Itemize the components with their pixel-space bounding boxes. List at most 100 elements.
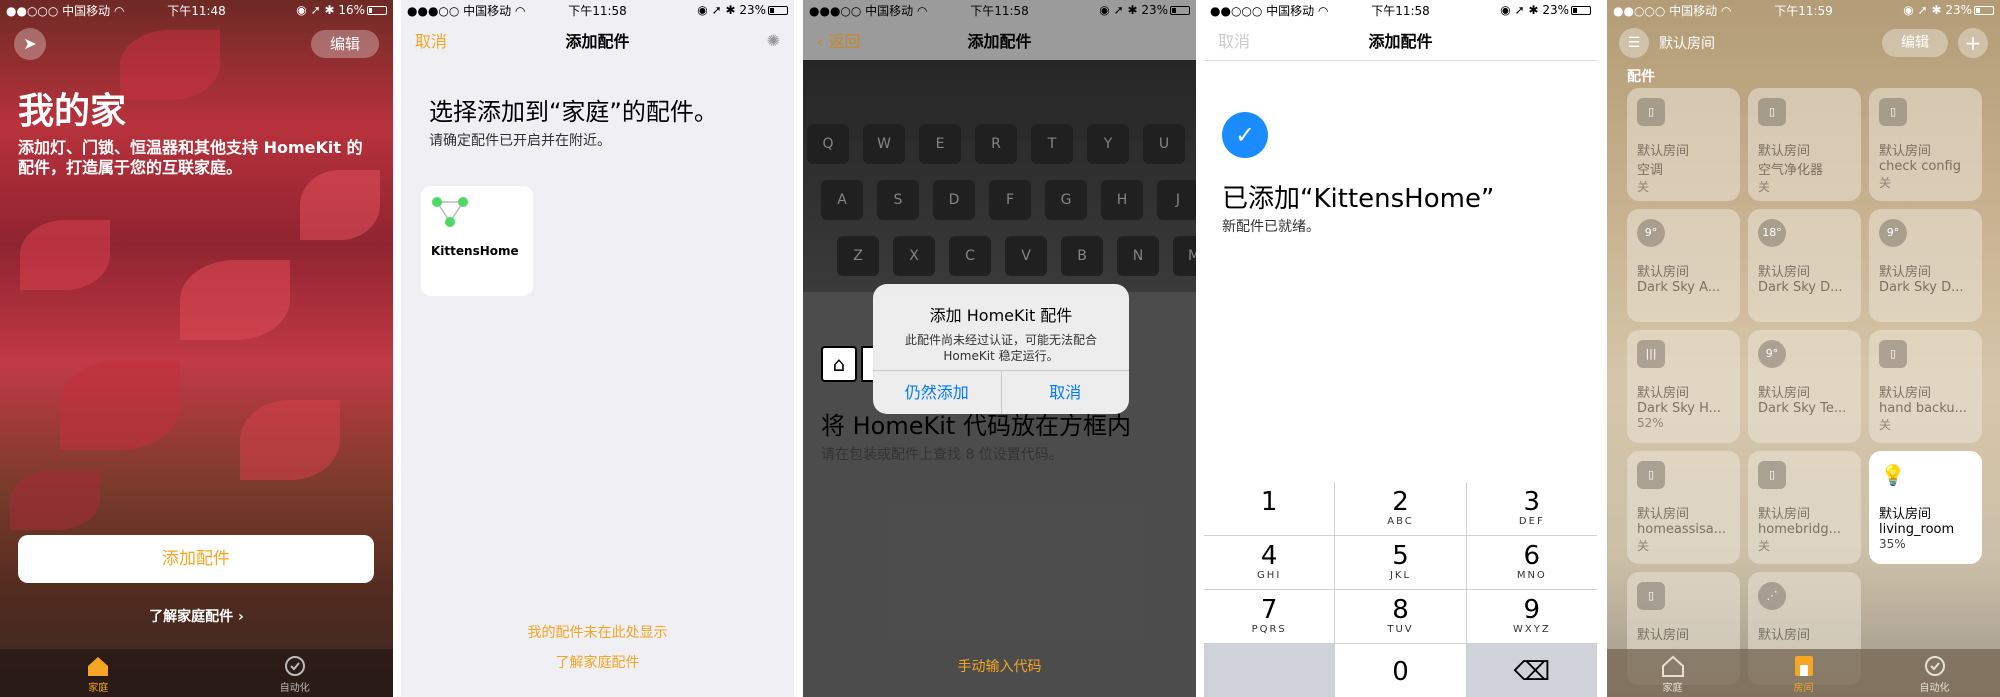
accessory-tile[interactable]: 💡 默认房间 living_room 35%	[1869, 451, 1982, 564]
alert-cancel-button[interactable]: 取消	[1000, 371, 1130, 414]
keypad-key[interactable]: 9 WXYZ	[1466, 590, 1597, 643]
accessory-state: 关	[1637, 180, 1650, 194]
nav-title: 添加配件	[1368, 32, 1433, 51]
accessory-tile[interactable]: ▯ 默认房间 空调关	[1627, 88, 1740, 201]
add-accessory-button[interactable]: 添加配件	[18, 535, 374, 583]
accessory-state: 关	[1637, 539, 1650, 553]
accessory-name: check config	[1879, 159, 1961, 174]
accessory-room: 默认房间	[1879, 144, 1932, 159]
accessory-icon: 9°	[1637, 219, 1665, 247]
accessory-name: Dark Sky A...	[1637, 280, 1721, 295]
accessory-tile[interactable]: ▯ 默认房间 hand backu... 关	[1869, 330, 1982, 443]
accessory-name: Dark Sky H...	[1637, 401, 1722, 416]
accessory-icon: ▯	[1637, 98, 1665, 126]
accessory-room: 默认房间	[1637, 386, 1690, 401]
choose-accessory-screen: ●●●○○ 中国移动 ◠ 下午11:58 ◉ ➚ ✱ 23% 取消 添加配件 ✺…	[401, 0, 794, 697]
accessory-icon: ▯	[1637, 461, 1665, 489]
tab-bar: 家庭 自动化	[0, 649, 393, 697]
scan-code-screen: ●●●○○ 中国移动 ◠ 下午11:58 ◉ ➚ ✱ 23% ‹ 返回 添加配件…	[803, 0, 1196, 697]
accessory-name: Dark Sky Te...	[1758, 401, 1847, 416]
back-button[interactable]: ‹ 返回	[817, 28, 908, 52]
accessory-name: 空调	[1637, 163, 1664, 178]
tab-bar: 家庭 房间 自动化	[1607, 649, 2000, 697]
uncertified-accessory-alert: 添加 HomeKit 配件 此配件尚未经过认证，可能无法配合 HomeKit 稳…	[873, 284, 1129, 414]
accessory-tile[interactable]: ▯ 默认房间 homeassisa... 关	[1627, 451, 1740, 564]
room-accessories-screen: ●●○○○ 中国移动 ◠ 下午11:59 ◉ ➚ ✱ 23% ☰ 默认房间 编辑…	[1607, 0, 2000, 697]
delete-key[interactable]: ⌫	[1466, 644, 1597, 697]
tab-home[interactable]: 家庭	[1607, 649, 1738, 697]
house-icon	[1661, 655, 1684, 677]
accessory-tile[interactable]: 9° 默认房间 Dark Sky D...	[1869, 209, 1982, 322]
accessory-tile[interactable]: ▯ 默认房间 homebridg... 关	[1748, 451, 1861, 564]
keypad-key[interactable]: 2 ABC	[1335, 482, 1466, 535]
page-subheading: 请确定配件已开启并在附近。	[429, 133, 611, 149]
keypad-key[interactable]: 7 PQRS	[1204, 590, 1335, 643]
accessory-tile[interactable]: 9° 默认房间 Dark Sky Te...	[1748, 330, 1861, 443]
accessory-icon: ⋰	[1758, 582, 1786, 610]
loading-spinner-icon: ✺	[766, 30, 780, 50]
accessory-tile[interactable]: 9° 默认房间 Dark Sky A...	[1627, 209, 1740, 322]
learn-home-accessories-link[interactable]: 了解家庭配件 ›	[0, 606, 393, 626]
accessory-icon: 9°	[1879, 219, 1907, 247]
tab-automation[interactable]: 自动化	[1869, 649, 2000, 697]
room-list-icon[interactable]: ☰	[1619, 28, 1649, 58]
accessory-tile[interactable]: 18° 默认房间 Dark Sky D...	[1748, 209, 1861, 322]
status-bar: ●●●○○ 中国移动 ◠ 下午11:58 ◉ ➚ ✱ 23%	[401, 0, 794, 20]
tab-home[interactable]: 家庭	[0, 649, 197, 697]
accessory-state: 关	[1758, 539, 1771, 553]
accessory-room: 默认房间	[1758, 386, 1811, 401]
location-arrow-icon[interactable]: ➤	[14, 28, 46, 60]
accessory-room: 默认房间	[1758, 628, 1811, 643]
keypad-key[interactable]: 6 MNO	[1466, 536, 1597, 589]
accessory-room: 默认房间	[1879, 386, 1932, 401]
edit-button[interactable]: 编辑	[311, 30, 379, 58]
homekit-logo-icon: ⌂	[821, 346, 857, 382]
accessory-room: 默认房间	[1879, 265, 1932, 280]
keypad-key[interactable]: 3 DEF	[1466, 482, 1597, 535]
manual-entry-link[interactable]: 手动输入代码	[803, 656, 1196, 676]
page-title: 我的家	[18, 91, 127, 132]
keypad-key[interactable]: 8 TUV	[1335, 590, 1466, 643]
accessory-card[interactable]: KittensHome	[421, 186, 533, 296]
accessory-icon: ▯	[1637, 582, 1665, 610]
accessory-room: 默认房间	[1758, 507, 1811, 522]
accessory-icon: ▯	[1879, 98, 1907, 126]
accessory-room: 默认房间	[1637, 628, 1690, 643]
checkmark-icon: ✓	[1222, 112, 1268, 158]
page-heading: 选择添加到“家庭”的配件。	[429, 98, 718, 126]
accessory-icon: |||	[1637, 340, 1665, 368]
accessory-room: 默认房间	[1758, 265, 1811, 280]
accessory-not-shown-link[interactable]: 我的配件未在此处显示	[401, 622, 794, 642]
accessory-tile[interactable]: ▯ 默认房间 空气净化器关	[1748, 88, 1861, 201]
section-title: 配件	[1627, 69, 1655, 85]
house-icon	[88, 657, 109, 676]
accessory-room: 默认房间	[1879, 507, 1932, 522]
nav-bar: ‹ 返回 添加配件	[803, 20, 1196, 60]
status-bar: ●●○○○ 中国移动 ◠ 下午11:59 ◉ ➚ ✱ 23%	[1607, 0, 2000, 20]
keypad-key[interactable]: 0	[1335, 644, 1466, 697]
accessory-tile[interactable]: ▯ 默认房间 check config 关	[1869, 88, 1982, 201]
add-icon[interactable]: +	[1958, 28, 1988, 58]
keypad-key[interactable]: 4 GHI	[1204, 536, 1335, 589]
accessory-icon: ▯	[1758, 98, 1786, 126]
clock-check-icon	[1924, 656, 1945, 676]
accessory-state: 35%	[1879, 537, 1906, 551]
accessory-room: 默认房间	[1758, 144, 1811, 159]
accessory-name: KittensHome	[431, 244, 519, 258]
keypad-key[interactable]: 5 JKL	[1335, 536, 1466, 589]
status-bar: ●●○○○ 中国移动 ◠ 下午11:48 ◉ ➚ ✱ 16%	[0, 0, 393, 20]
room-header: ☰ 默认房间 编辑 +	[1619, 26, 1988, 60]
learn-home-accessories-link[interactable]: 了解家庭配件	[401, 652, 794, 672]
accessory-icon: 9°	[1758, 340, 1786, 368]
accessory-tile[interactable]: ||| 默认房间 Dark Sky H... 52%	[1627, 330, 1740, 443]
numeric-keypad: 1 2 ABC 3 DEF 4 GHI 5 JKL 6 MNO 7 PQRS 8 TUV 9 WXYZ 0 ⌫	[1204, 482, 1597, 697]
tab-rooms[interactable]: 房间	[1738, 649, 1869, 697]
nav-title: 添加配件	[967, 32, 1032, 51]
accessory-name: homebridg...	[1758, 522, 1841, 537]
edit-button[interactable]: 编辑	[1882, 29, 1948, 57]
cancel-button[interactable]: 取消	[1218, 28, 1309, 52]
cancel-button[interactable]: 取消	[415, 28, 506, 52]
add-anyway-button[interactable]: 仍然添加	[873, 371, 1001, 414]
tab-automation[interactable]: 自动化	[197, 649, 394, 697]
keypad-key[interactable]: 1	[1204, 482, 1335, 535]
